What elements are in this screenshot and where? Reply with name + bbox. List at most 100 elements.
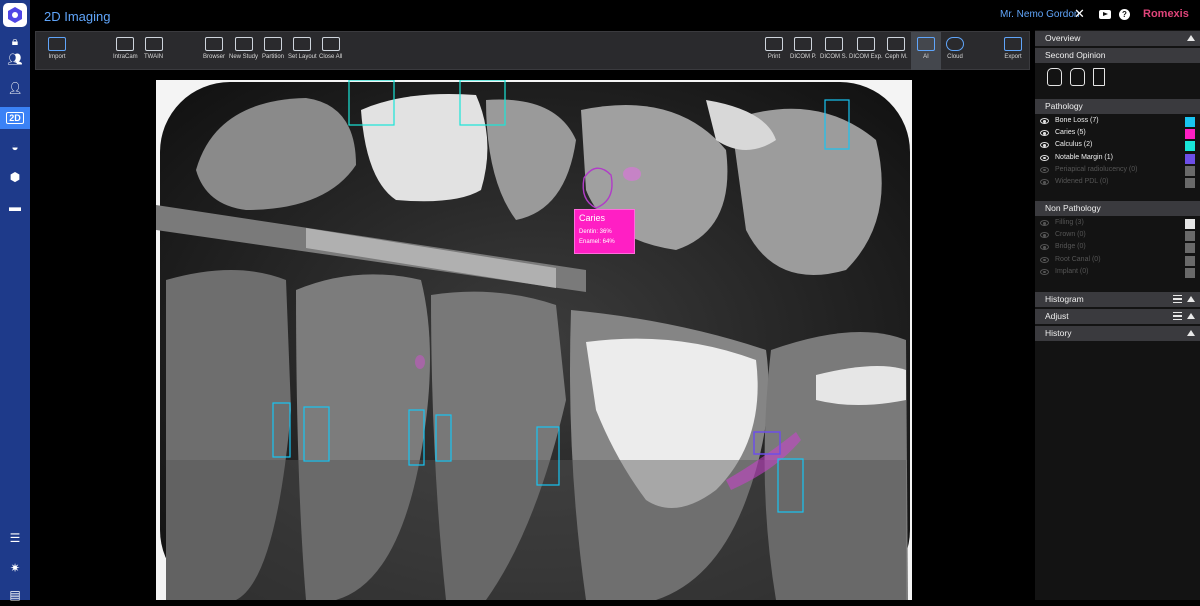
eye-icon[interactable]: [1040, 268, 1049, 275]
nonpath-label: Implant (0): [1055, 267, 1089, 275]
nonpath-label: Bridge (0): [1055, 243, 1086, 251]
color-swatch[interactable]: [1185, 255, 1195, 266]
layout-icon: [293, 37, 312, 51]
color-swatch[interactable]: [1185, 267, 1195, 278]
nonpath-item[interactable]: Bridge (0): [1035, 243, 1200, 255]
print-button[interactable]: Print: [765, 32, 783, 70]
color-swatch[interactable]: [1185, 141, 1195, 152]
ai-button[interactable]: AI: [911, 32, 941, 70]
histogram-header[interactable]: Histogram: [1035, 292, 1200, 307]
pathology-header[interactable]: Pathology: [1035, 99, 1200, 114]
new-study-button[interactable]: New Study: [229, 32, 258, 70]
twain-button[interactable]: TWAIN: [144, 32, 163, 70]
close-all-icon: [321, 37, 340, 51]
xray-image: [156, 80, 912, 600]
second-opinion-header[interactable]: Second Opinion: [1035, 48, 1200, 63]
color-swatch[interactable]: [1185, 153, 1195, 164]
adjust-header[interactable]: Adjust: [1035, 309, 1200, 324]
path-item[interactable]: Notable Margin (1): [1035, 153, 1200, 166]
camera-icon: [116, 37, 135, 51]
brand-logo: Romexis: [1143, 8, 1189, 20]
intraoral-icon[interactable]: ◒: [0, 136, 30, 158]
panoramic-icon[interactable]: ▬: [0, 196, 30, 218]
eye-icon[interactable]: [1040, 244, 1049, 251]
right-panel: Overview Second Opinion Pathology Bone L…: [1035, 30, 1200, 600]
color-swatch[interactable]: [1185, 243, 1195, 254]
cloud-icon: [946, 37, 964, 51]
path-item[interactable]: Periapical radiolucency (0): [1035, 165, 1200, 178]
color-swatch[interactable]: [1185, 231, 1195, 242]
close-patient-icon[interactable]: ✕: [1074, 6, 1085, 22]
nonpath-item[interactable]: Implant (0): [1035, 267, 1200, 280]
close-all-button[interactable]: Close All: [319, 32, 342, 70]
patient-icon[interactable]: 👤︎: [0, 77, 30, 99]
list-icon[interactable]: [1173, 295, 1182, 303]
teeth-icon[interactable]: [1070, 68, 1085, 86]
partition-icon: [264, 37, 282, 51]
collapse-caret-icon[interactable]: [1187, 313, 1195, 319]
dicom-export-icon: [856, 37, 875, 51]
video-icon[interactable]: [1099, 10, 1111, 19]
overview-header[interactable]: Overview: [1035, 31, 1200, 46]
eye-icon[interactable]: [1040, 130, 1049, 137]
caries-annotation-label[interactable]: Caries Dentin: 36% Enamel: 64%: [574, 209, 635, 254]
path-label: Calculus (2): [1055, 141, 1093, 149]
caries-enamel: Enamel: 64%: [579, 239, 615, 245]
dicom-export-button[interactable]: DICOM Exp.: [849, 32, 883, 70]
list-icon[interactable]: [1173, 312, 1182, 320]
list-icon[interactable]: ▤: [0, 584, 30, 606]
partition-button[interactable]: Partition: [262, 32, 284, 70]
image-viewer[interactable]: Caries Dentin: 36% Enamel: 64%: [30, 70, 1033, 600]
reports-icon[interactable]: ☰: [0, 527, 30, 549]
collapse-caret-icon[interactable]: [1187, 296, 1195, 302]
color-swatch[interactable]: [1185, 219, 1195, 229]
eye-icon[interactable]: [1040, 179, 1049, 185]
dicom-print-button[interactable]: DICOM P.: [790, 32, 817, 70]
nonpath-item[interactable]: Root Canal (0): [1035, 255, 1200, 268]
nonpath-item[interactable]: Crown (0): [1035, 231, 1200, 243]
imaging-2d-tab[interactable]: 2D: [0, 107, 30, 129]
eye-icon[interactable]: [1040, 142, 1049, 149]
path-item[interactable]: Bone Loss (7): [1035, 117, 1200, 129]
collapse-caret-icon[interactable]: [1187, 35, 1195, 41]
color-swatch[interactable]: [1185, 117, 1195, 127]
intracam-button[interactable]: IntraCam: [113, 32, 138, 70]
new-study-icon: [234, 37, 253, 51]
dicom-send-button[interactable]: DICOM S.: [820, 32, 847, 70]
path-item[interactable]: Widened PDL (0): [1035, 178, 1200, 190]
eye-icon[interactable]: [1040, 166, 1049, 173]
ai-tooth-icon: [917, 37, 935, 51]
cloud-button[interactable]: Cloud: [946, 32, 964, 70]
browser-button[interactable]: Browser: [203, 32, 225, 70]
eye-icon[interactable]: [1040, 154, 1049, 161]
tooth-icon[interactable]: [1047, 68, 1062, 86]
ceph-measure-button[interactable]: Ceph M.: [885, 32, 908, 70]
set-layout-button[interactable]: Set Layout: [288, 32, 317, 70]
path-item[interactable]: Calculus (2): [1035, 141, 1200, 153]
patients-icon[interactable]: 👥︎: [0, 48, 30, 70]
import-button[interactable]: Import: [48, 32, 66, 70]
bitewing-xray[interactable]: Caries Dentin: 36% Enamel: 64%: [156, 80, 912, 600]
app-logo[interactable]: [3, 3, 27, 27]
history-header[interactable]: History: [1035, 326, 1200, 341]
eye-icon[interactable]: [1040, 256, 1049, 263]
color-swatch[interactable]: [1185, 129, 1195, 140]
dicom-send-icon: [824, 37, 843, 51]
non-pathology-header[interactable]: Non Pathology: [1035, 201, 1200, 216]
collapse-caret-icon[interactable]: [1187, 330, 1195, 336]
network-icon[interactable]: ✷: [0, 557, 30, 579]
path-item[interactable]: Caries (5): [1035, 129, 1200, 141]
nonpath-item[interactable]: Filling (3): [1035, 219, 1200, 231]
import-icon: [48, 37, 66, 51]
help-icon[interactable]: ?: [1119, 9, 1130, 20]
export-button[interactable]: Export: [1004, 32, 1022, 70]
user-name[interactable]: Mr. Nemo Gordon: [1000, 9, 1079, 20]
3d-cube-icon[interactable]: ⬢: [0, 166, 30, 188]
export-icon: [1004, 37, 1022, 51]
trash-icon[interactable]: [1093, 68, 1105, 86]
color-swatch[interactable]: [1185, 165, 1195, 176]
eye-icon[interactable]: [1040, 220, 1049, 226]
eye-icon[interactable]: [1040, 232, 1049, 239]
eye-icon[interactable]: [1040, 118, 1049, 124]
color-swatch[interactable]: [1185, 178, 1195, 188]
